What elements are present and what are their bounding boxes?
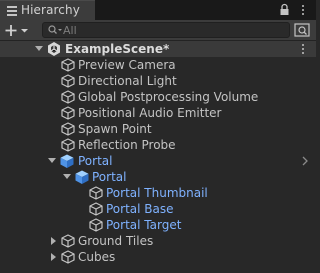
scene-name: ExampleScene* [65,42,170,56]
scene-search-icon[interactable] [294,23,310,37]
item-label: Preview Camera [78,58,176,72]
list-item[interactable]: Cubes [0,249,316,265]
item-label: Cubes [78,250,116,264]
chevron-down-icon[interactable] [34,41,44,57]
toolbar [0,20,316,41]
list-item[interactable]: Spawn Point [0,121,316,137]
item-label: Reflection Probe [78,138,176,152]
gameobject-icon [61,58,75,72]
list-item[interactable]: Portal Base [0,201,316,217]
item-label: Ground Tiles [78,234,154,248]
chevron-down-icon[interactable] [62,169,72,185]
gameobject-icon [61,138,75,152]
chevron-right-icon[interactable] [48,233,58,249]
item-label: Portal [78,154,113,168]
item-label: Spawn Point [78,122,152,136]
gameobject-icon [61,106,75,120]
gameobject-icon [89,218,103,232]
item-label: Portal Target [106,218,182,232]
prefab-icon [60,154,74,168]
list-item[interactable]: Ground Tiles [0,233,316,249]
gameobject-icon [61,90,75,104]
gameobject-icon [61,234,75,248]
item-label: Portal [92,170,127,184]
gameobject-icon [89,202,103,216]
chevron-down-icon[interactable] [47,153,57,169]
list-item[interactable]: Portal Thumbnail [0,185,316,201]
list-item[interactable]: Reflection Probe [0,137,316,153]
kebab-menu-icon[interactable] [300,2,306,18]
list-item[interactable]: Global Postprocessing Volume [0,89,316,105]
item-label: Positional Audio Emitter [78,106,222,120]
chevron-right-icon[interactable] [300,153,310,169]
list-item[interactable]: Positional Audio Emitter [0,105,316,121]
search-field[interactable] [42,22,290,38]
list-item[interactable]: Directional Light [0,73,316,89]
gameobject-icon [89,186,103,200]
prefab-icon [75,170,89,184]
unity-scene-icon [48,42,60,56]
gameobject-icon [61,122,75,136]
item-label: Global Postprocessing Volume [78,90,259,104]
tab-bar: Hierarchy [0,0,316,20]
lock-icon[interactable] [279,3,290,16]
item-label: Directional Light [78,74,177,88]
tab-hierarchy[interactable]: Hierarchy [0,0,95,20]
gameobject-icon [61,74,75,88]
list-item[interactable]: Preview Camera [0,57,316,73]
add-button[interactable] [4,22,34,39]
hierarchy-list-icon [7,5,17,17]
search-input[interactable] [63,23,283,37]
item-label: Portal Thumbnail [106,186,208,200]
chevron-right-icon[interactable] [48,249,58,265]
list-item[interactable]: Portal Target [0,217,316,233]
tab-title: Hierarchy [21,3,80,17]
list-item[interactable]: Portal [0,153,316,169]
item-label: Portal Base [106,202,174,216]
gameobject-icon [61,250,75,264]
scene-row[interactable]: ExampleScene* [0,41,316,57]
scene-menu-icon[interactable] [300,41,306,57]
list-item[interactable]: Portal [0,169,316,185]
search-icon [48,25,62,34]
